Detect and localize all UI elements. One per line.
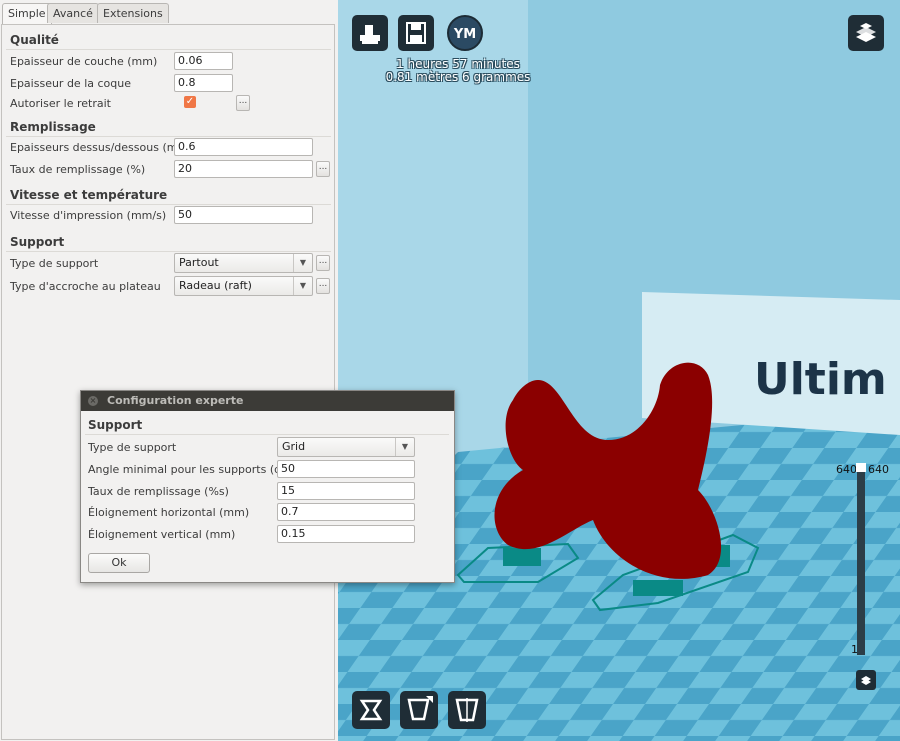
dlg-min-angle-label: Angle minimal pour les supports (deg)	[88, 463, 300, 476]
scale-icon[interactable]	[400, 691, 438, 729]
adhesion-select[interactable]: Radeau (raft) ▼	[174, 276, 313, 296]
scene: Ultim	[338, 0, 900, 741]
3d-viewport[interactable]: Ultim YM 1 heures 57 minutes 0.81 mètres…	[338, 0, 900, 741]
dlg-horizontal-distance-field[interactable]: 0.7	[277, 503, 415, 521]
adhesion-label: Type d'accroche au plateau	[10, 280, 161, 293]
section-fill-title: Remplissage	[10, 120, 96, 134]
dlg-support-type-label: Type de support	[88, 441, 177, 454]
support-type-value: Partout	[179, 256, 219, 269]
dlg-fill-rate-field[interactable]: 15	[277, 482, 415, 500]
layers-view-icon[interactable]	[848, 15, 884, 51]
layer-slider-handle[interactable]	[856, 463, 866, 472]
rotate-icon[interactable]	[352, 691, 390, 729]
shell-thickness-field[interactable]: 0.8	[174, 74, 233, 92]
dialog-section-title: Support	[88, 418, 143, 432]
divider	[6, 136, 331, 137]
fill-density-label: Taux de remplissage (%)	[10, 163, 146, 176]
dlg-min-angle-field[interactable]: 50	[277, 460, 415, 478]
layers-toggle-icon[interactable]	[856, 670, 876, 690]
material-usage: 0.81 mètres 6 grammes	[385, 70, 531, 84]
fill-density-field[interactable]: 20	[174, 160, 313, 178]
dlg-vertical-distance-label: Éloignement vertical (mm)	[88, 528, 236, 541]
chevron-down-icon: ▼	[293, 277, 312, 295]
chevron-down-icon: ▼	[395, 438, 414, 456]
ok-button[interactable]: Ok	[88, 553, 150, 573]
print-speed-field[interactable]: 50	[174, 206, 313, 224]
dlg-horizontal-distance-label: Éloignement horizontal (mm)	[88, 506, 250, 519]
layer-min-label: 1	[851, 643, 858, 656]
tab-simple[interactable]: Simple	[2, 3, 52, 25]
youmagine-icon[interactable]: YM	[447, 15, 483, 51]
load-icon[interactable]	[352, 15, 388, 51]
retraction-label: Autoriser le retrait	[10, 97, 111, 110]
dlg-vertical-distance-field[interactable]: 0.15	[277, 525, 415, 543]
settings-panel: Simple Avancé Extensions Qualité Epaisse…	[0, 0, 338, 741]
support-type-more-button[interactable]: ...	[316, 255, 330, 271]
section-quality-title: Qualité	[10, 33, 59, 47]
fill-density-more-button[interactable]: ...	[316, 161, 330, 177]
mirror-icon[interactable]	[448, 691, 486, 729]
support-type-select[interactable]: Partout ▼	[174, 253, 313, 273]
save-icon[interactable]	[398, 15, 434, 51]
adhesion-more-button[interactable]: ...	[316, 278, 330, 294]
top-bottom-label: Epaisseurs dessus/dessous (mm)	[10, 141, 193, 154]
retraction-more-button[interactable]: ...	[236, 95, 250, 111]
layer-max-right-label: 640	[868, 463, 889, 476]
dialog-title: Configuration experte	[107, 394, 244, 407]
expert-config-dialog: × Configuration experte Support Type de …	[80, 390, 455, 583]
retraction-checkbox[interactable]: ✓	[184, 96, 196, 108]
shell-thickness-label: Epaisseur de la coque	[10, 77, 131, 90]
tab-extensions[interactable]: Extensions	[97, 3, 169, 23]
close-icon[interactable]: ×	[88, 396, 98, 406]
tab-advanced[interactable]: Avancé	[47, 3, 99, 23]
divider	[6, 49, 331, 50]
chevron-down-icon: ▼	[293, 254, 312, 272]
layer-max-label: 640	[836, 463, 857, 476]
top-bottom-field[interactable]: 0.6	[174, 138, 313, 156]
divider	[6, 204, 331, 205]
divider	[85, 434, 449, 435]
adhesion-value: Radeau (raft)	[179, 279, 252, 292]
brand-text: Ultim	[754, 354, 887, 405]
layer-height-label: Epaisseur de couche (mm)	[10, 55, 158, 68]
section-speed-title: Vitesse et température	[10, 188, 168, 202]
dlg-support-type-value: Grid	[282, 440, 306, 453]
layer-slider-track[interactable]	[857, 470, 865, 655]
divider	[6, 251, 331, 252]
dlg-fill-rate-label: Taux de remplissage (%s)	[88, 485, 229, 498]
dlg-support-type-select[interactable]: Grid ▼	[277, 437, 415, 457]
support-type-label: Type de support	[10, 257, 99, 270]
layer-height-field[interactable]: 0.06	[174, 52, 233, 70]
section-support-title: Support	[10, 235, 65, 249]
dialog-titlebar: × Configuration experte	[81, 391, 454, 411]
print-speed-label: Vitesse d'impression (mm/s)	[10, 209, 167, 222]
